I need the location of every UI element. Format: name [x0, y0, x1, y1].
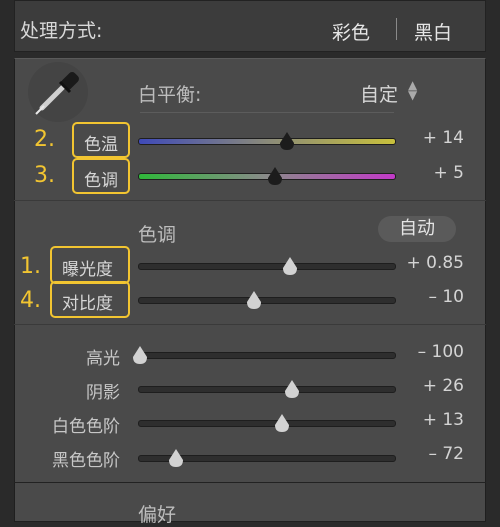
highlights-slider-thumb[interactable]: [133, 346, 147, 364]
whites-slider-thumb[interactable]: [275, 414, 290, 432]
tint-label: 色调: [84, 171, 118, 191]
preset-updown-icon[interactable]: ▲ ▼: [408, 79, 417, 101]
blacks-slider-thumb[interactable]: [168, 449, 183, 467]
blacks-label: 黑色色阶: [52, 451, 120, 471]
section-divider-1: [14, 200, 486, 201]
contrast-slider-thumb[interactable]: [247, 291, 262, 309]
annotation-number-1: 1.: [20, 254, 41, 279]
highlights-slider-track[interactable]: [138, 352, 396, 359]
temp-label: 色温: [84, 135, 118, 155]
temp-slider-thumb[interactable]: [280, 132, 295, 150]
white-balance-preset[interactable]: 自定: [360, 80, 398, 107]
highlights-value[interactable]: – 100: [384, 342, 464, 362]
whites-slider-track[interactable]: [138, 420, 396, 427]
shadows-slider-thumb[interactable]: [285, 380, 300, 398]
wb-divider: [140, 112, 394, 113]
shadows-value[interactable]: + 26: [384, 376, 464, 396]
treatment-label: 处理方式:: [20, 20, 103, 42]
highlights-label: 高光: [86, 349, 120, 369]
shadows-slider-track[interactable]: [138, 386, 396, 393]
tone-title: 色调: [138, 224, 177, 246]
tint-value[interactable]: + 5: [384, 163, 464, 183]
exposure-slider-track[interactable]: [138, 263, 396, 270]
white-balance-selector-icon[interactable]: [28, 62, 88, 122]
whites-value[interactable]: + 13: [384, 410, 464, 430]
treatment-color-button[interactable]: 彩色: [332, 18, 370, 45]
contrast-value[interactable]: – 10: [384, 287, 464, 307]
presence-title: 偏好: [138, 504, 177, 526]
exposure-label: 曝光度: [62, 260, 113, 280]
treatment-bw-button[interactable]: 黑白: [414, 18, 452, 45]
auto-tone-button[interactable]: 自动: [378, 216, 456, 242]
contrast-slider-track[interactable]: [138, 297, 396, 304]
treatment-separator: [396, 18, 397, 40]
shadows-label: 阴影: [86, 383, 120, 403]
annotation-number-3: 3.: [34, 163, 55, 188]
exposure-slider-thumb[interactable]: [282, 257, 297, 275]
section-divider-3: [14, 482, 486, 483]
blacks-value[interactable]: – 72: [384, 444, 464, 464]
temp-slider-track[interactable]: [138, 138, 396, 145]
tint-slider-thumb[interactable]: [267, 167, 282, 185]
section-divider-2: [14, 324, 486, 325]
annotation-number-2: 2.: [34, 127, 55, 152]
annotation-number-4: 4.: [20, 288, 41, 313]
white-balance-label: 白平衡:: [138, 84, 202, 106]
exposure-value[interactable]: + 0.85: [384, 253, 465, 273]
temp-value[interactable]: + 14: [384, 128, 464, 148]
whites-label: 白色色阶: [52, 417, 120, 437]
contrast-label: 对比度: [62, 294, 113, 314]
